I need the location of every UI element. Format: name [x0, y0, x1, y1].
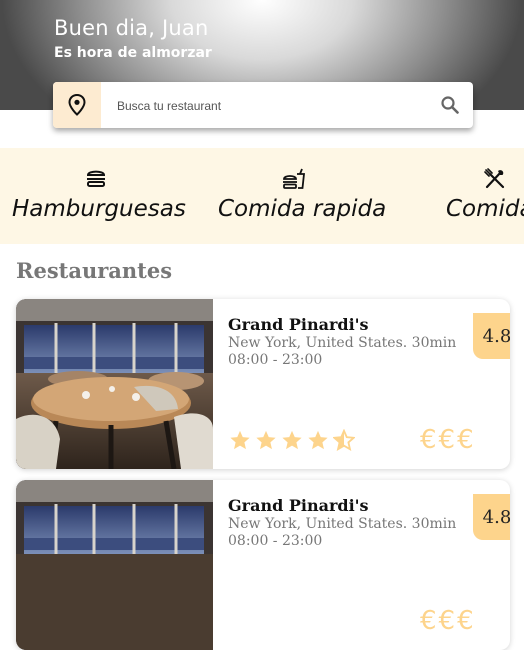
restaurant-hours: 08:00 - 23:00	[228, 352, 323, 368]
restaurant-photo	[16, 480, 213, 650]
restaurant-name: Grand Pinardi's	[228, 496, 369, 515]
star-icon	[230, 430, 250, 450]
rating-badge: 4.8	[473, 494, 510, 540]
restaurant-location: New York, United States. 30min	[228, 335, 457, 351]
fork-knife-icon	[484, 168, 506, 194]
restaurant-name: Grand Pinardi's	[228, 315, 369, 334]
fast-food-icon	[282, 168, 306, 194]
price-level: €€€	[420, 606, 476, 636]
star-half-icon	[333, 429, 355, 451]
restaurant-card[interactable]: Grand Pinardi's New York, United States.…	[16, 299, 510, 469]
category-label: Comida rapida	[218, 196, 387, 222]
category-label: Comida	[446, 196, 524, 222]
category-comida-rapida[interactable]: Comida rapida	[216, 148, 386, 244]
star-icon	[256, 430, 276, 450]
restaurant-photo	[16, 299, 213, 469]
category-label: Hamburguesas	[12, 196, 186, 222]
star-icon	[308, 430, 328, 450]
restaurant-location: New York, United States. 30min	[228, 516, 457, 532]
category-comida[interactable]: Comida	[446, 148, 524, 244]
category-bar: Hamburguesas Comida rapida Comida	[0, 148, 524, 244]
magnifier-icon[interactable]	[441, 96, 459, 118]
location-pin-icon[interactable]	[53, 82, 101, 128]
star-icon	[282, 430, 302, 450]
greeting-title: Buen dia, Juan	[54, 16, 209, 40]
star-rating	[229, 429, 355, 451]
greeting-subtitle: Es hora de almorzar	[54, 45, 212, 61]
section-title: Restaurantes	[16, 258, 173, 283]
search-bar[interactable]	[53, 82, 473, 128]
rating-badge: 4.8	[473, 313, 510, 359]
restaurant-card[interactable]: Grand Pinardi's New York, United States.…	[16, 480, 510, 650]
burger-icon	[85, 168, 107, 192]
restaurant-hours: 08:00 - 23:00	[228, 533, 323, 549]
category-hamburguesas[interactable]: Hamburguesas	[12, 148, 186, 244]
price-level: €€€	[420, 425, 476, 455]
search-input[interactable]	[115, 94, 419, 118]
